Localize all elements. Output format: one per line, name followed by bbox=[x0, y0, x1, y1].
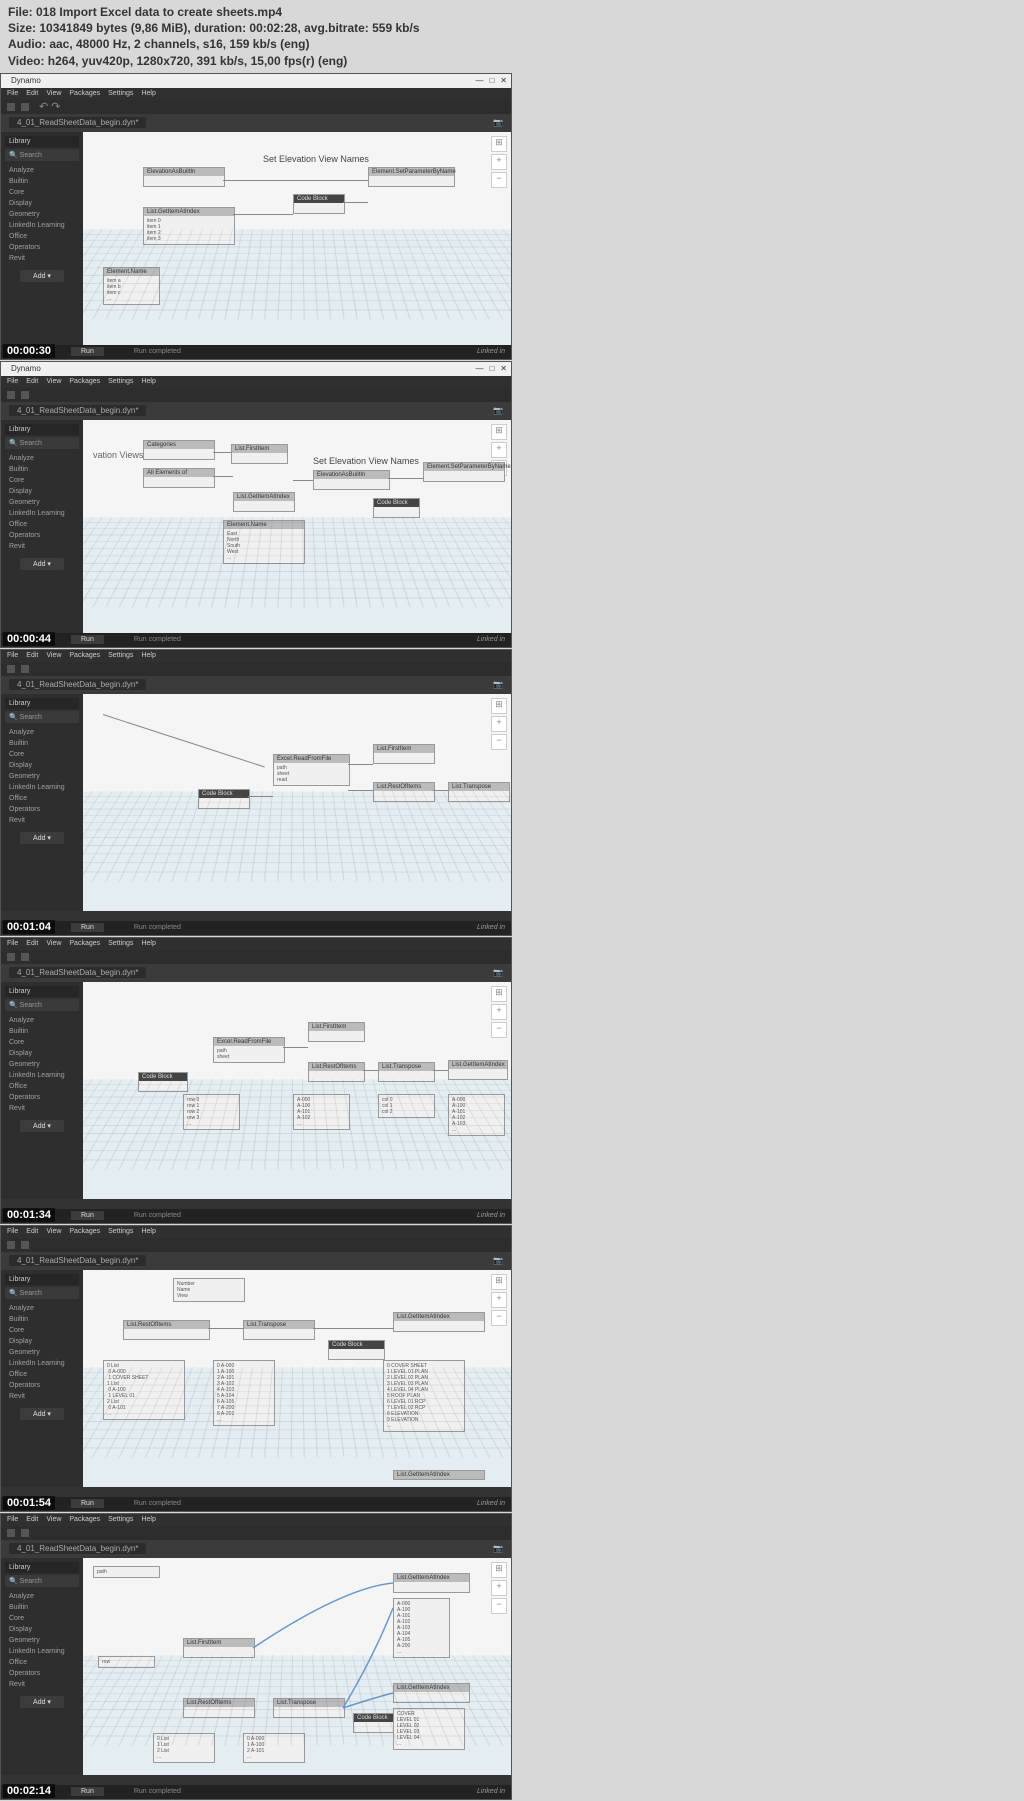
thumb-1: Dynamo — □ ✕ FileEditViewPackagesSetting… bbox=[0, 73, 512, 360]
thumbnail-grid: Dynamo — □ ✕ FileEditViewPackagesSetting… bbox=[0, 73, 1024, 1801]
thumb-6: FileEditViewPackagesSettingsHelp 4_01_Re… bbox=[0, 1513, 512, 1800]
add-button[interactable]: Add ▾ bbox=[20, 270, 64, 282]
doc-tab[interactable]: 4_01_ReadSheetData_begin.dyn*📷 bbox=[1, 114, 511, 132]
minimize-icon[interactable]: — bbox=[475, 76, 483, 85]
thumb-2: Dynamo—□✕ FileEditViewPackagesSettingsHe… bbox=[0, 361, 512, 648]
zoom-out-icon[interactable]: − bbox=[491, 172, 507, 188]
thumb-3: FileEditViewPackagesSettingsHelp 4_01_Re… bbox=[0, 649, 512, 936]
zoom-in-icon[interactable]: + bbox=[491, 154, 507, 170]
search-input[interactable]: 🔍 Search bbox=[5, 149, 79, 161]
run-button[interactable]: Run bbox=[71, 347, 104, 356]
close-icon[interactable]: ✕ bbox=[500, 76, 507, 85]
maximize-icon[interactable]: □ bbox=[489, 76, 494, 85]
timestamp: 00:00:30 bbox=[3, 344, 55, 358]
camera-icon[interactable]: 📷 bbox=[493, 118, 503, 127]
file-info-header: File: 018 Import Excel data to create sh… bbox=[0, 0, 1024, 73]
fit-icon[interactable]: ⊞ bbox=[491, 136, 507, 152]
thumb-5: FileEditViewPackagesSettingsHelp 4_01_Re… bbox=[0, 1225, 512, 1512]
graph-canvas[interactable]: ⊞+− Set Elevation View Names ElevationAs… bbox=[83, 132, 511, 349]
thumb-4: FileEditViewPackagesSettingsHelp 4_01_Re… bbox=[0, 937, 512, 1224]
status-bar: RunRun completedLinked in bbox=[1, 345, 511, 359]
menu-bar[interactable]: FileEditViewPackagesSettingsHelp bbox=[1, 88, 511, 100]
toolbar[interactable]: ↶ ↷ bbox=[1, 100, 511, 114]
window-titlebar: Dynamo — □ ✕ bbox=[1, 74, 511, 88]
library-sidebar[interactable]: Library 🔍 Search AnalyzeBuiltinCoreDispl… bbox=[1, 132, 83, 349]
